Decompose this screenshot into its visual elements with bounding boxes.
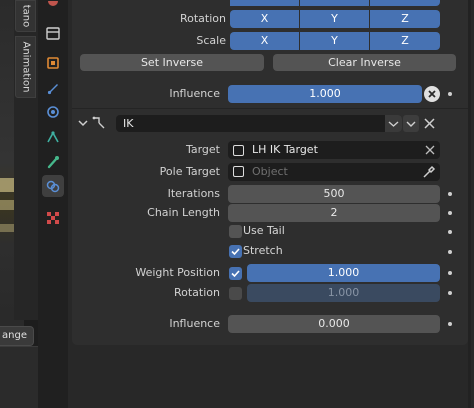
eyedropper-icon[interactable] (422, 165, 436, 179)
stretch-checkbox[interactable] (229, 245, 242, 258)
weight-position-label: Weight Position (135, 266, 220, 279)
target-field[interactable]: LH IK Target (228, 141, 440, 159)
keyframe-dot[interactable] (448, 230, 452, 234)
ik-constraint-icon (91, 115, 107, 131)
influence-label: Influence (169, 87, 220, 100)
use-tail-label: Use Tail (243, 224, 285, 237)
clear-target-button[interactable] (424, 144, 436, 156)
weight-rotation-slider[interactable]: 1.000 (247, 284, 440, 302)
rotation-xyz-toggle: X Y Z (230, 10, 440, 28)
checkmark-icon (231, 270, 240, 278)
close-icon (428, 90, 436, 98)
sidebar-tab-label: tano (20, 4, 31, 28)
rotation-z-toggle[interactable]: Z (370, 10, 440, 28)
pole-target-field[interactable]: Object (228, 163, 440, 181)
keyframe-dot[interactable] (448, 291, 452, 295)
constraint-menu-button[interactable] (403, 115, 419, 132)
scale-label: Scale (196, 34, 226, 47)
weight-rotation-checkbox[interactable] (229, 287, 242, 300)
influence-slider[interactable]: 1.000 (228, 85, 422, 103)
object-icon (233, 166, 244, 177)
close-icon (425, 145, 435, 155)
keyframe-dot[interactable] (448, 92, 452, 96)
keyframe-dot[interactable] (448, 322, 452, 326)
modifier-icon[interactable] (42, 77, 64, 99)
weight-position-slider[interactable]: 1.000 (247, 264, 440, 282)
toolbox-icon[interactable] (42, 22, 64, 44)
keyframe-dot[interactable] (448, 211, 452, 215)
object-icon[interactable] (42, 52, 64, 74)
texture-icon[interactable] (42, 207, 64, 229)
use-tail-checkbox[interactable] (229, 225, 242, 238)
keyframe-dot[interactable] (448, 250, 452, 254)
sidebar-tab-top[interactable]: tano (15, 0, 36, 32)
iterations-label: Iterations (167, 187, 220, 200)
chevron-down-icon (388, 121, 399, 127)
close-icon (424, 118, 435, 129)
scale-x-toggle[interactable]: X (230, 32, 299, 50)
pole-target-label: Pole Target (159, 165, 220, 178)
keyframe-dot[interactable] (448, 271, 452, 275)
viewport-range-button[interactable]: ange (0, 326, 34, 346)
particles-icon[interactable] (42, 101, 64, 123)
iterations-field[interactable]: 500 (228, 185, 440, 203)
set-inverse-button[interactable]: Set Inverse (80, 54, 264, 71)
ik-influence-label: Influence (169, 317, 220, 330)
weight-position-checkbox[interactable] (229, 267, 242, 280)
world-icon[interactable] (42, 0, 64, 10)
divider (72, 108, 468, 109)
physics-icon[interactable] (42, 126, 64, 148)
rotation-x-toggle[interactable]: X (230, 10, 299, 28)
chain-length-label: Chain Length (147, 206, 220, 219)
scale-xyz-toggle: X Y Z (230, 32, 440, 50)
clear-inverse-button[interactable]: Clear Inverse (273, 54, 456, 71)
delete-constraint-button[interactable] (423, 117, 436, 130)
bone-constraint-icon[interactable] (42, 175, 64, 197)
constraint-name-field[interactable]: IK (116, 115, 402, 132)
stretch-label: Stretch (243, 244, 283, 257)
object-icon (233, 145, 244, 156)
rotation-y-toggle[interactable]: Y (300, 10, 369, 28)
sidebar-tab-label: Animation (20, 41, 31, 93)
scale-z-toggle[interactable]: Z (370, 32, 440, 50)
chain-length-field[interactable]: 2 (228, 204, 440, 222)
constraint-enable-toggle[interactable] (385, 115, 402, 132)
scale-y-toggle[interactable]: Y (300, 32, 369, 50)
location-row-partial (230, 0, 440, 6)
target-label: Target (185, 143, 220, 156)
checkmark-icon (231, 248, 240, 256)
ik-influence-slider[interactable]: 0.000 (228, 315, 440, 333)
weight-rotation-label: Rotation (173, 286, 220, 299)
keyframe-dot[interactable] (448, 192, 452, 196)
chevron-down-icon (406, 121, 416, 127)
rotation-label: Rotation (179, 12, 226, 25)
scrollbar[interactable] (468, 0, 471, 408)
collapse-chevron-icon[interactable] (76, 116, 90, 130)
object-data-icon[interactable] (42, 151, 64, 173)
sidebar-tab-animation[interactable]: Animation (15, 36, 36, 98)
target-value: LH IK Target (252, 143, 318, 156)
panel-empty-area (72, 345, 468, 408)
disable-keep-transform-button[interactable] (424, 86, 440, 102)
pole-target-placeholder: Object (252, 165, 288, 178)
